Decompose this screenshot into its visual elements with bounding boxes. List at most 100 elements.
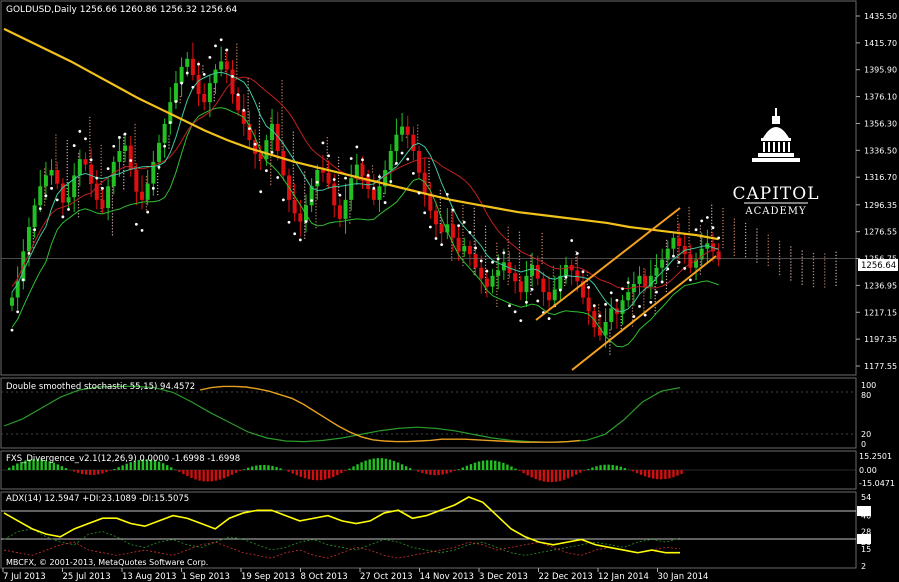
cloud-dot	[473, 228, 475, 231]
cloud-dot	[496, 299, 498, 302]
cloud-dot	[156, 181, 159, 184]
candle-body	[156, 142, 161, 162]
cloud-dot	[213, 94, 215, 96]
candle-body	[643, 275, 648, 287]
cloud-dot	[824, 256, 826, 258]
cloud-dot	[744, 228, 747, 231]
cloud-dot	[303, 225, 306, 227]
price-tick-label: 1197.35	[864, 335, 897, 344]
cloud-dot	[778, 246, 781, 249]
cloud-dot	[145, 206, 148, 208]
cloud-dot	[609, 347, 611, 349]
cloud-dot	[677, 250, 679, 253]
cloud-dot	[484, 249, 487, 252]
cloud-dot	[462, 204, 464, 207]
price-tick-label: 1217.15	[864, 308, 897, 317]
sar-dot	[666, 267, 670, 271]
cloud-dot	[270, 165, 272, 167]
cloud-dot	[123, 155, 125, 157]
fxs-bar	[433, 470, 436, 476]
cloud-dot	[292, 152, 295, 154]
cloud-dot	[756, 243, 758, 245]
cloud-dot	[123, 188, 125, 190]
candle-body	[360, 164, 365, 176]
cloud-dot	[315, 215, 317, 217]
fxs-bar	[352, 466, 355, 470]
fxs-bar	[668, 470, 671, 479]
sar-dot	[332, 178, 336, 181]
cloud-dot	[688, 225, 690, 227]
cloud-dot	[292, 131, 295, 133]
fxs-bar	[105, 470, 108, 473]
cloud-dot	[43, 186, 46, 188]
cloud-dot	[699, 237, 702, 239]
sar-dot	[321, 141, 325, 145]
cloud-dot	[156, 193, 159, 196]
cloud-dot	[790, 270, 792, 272]
cloud-dot	[631, 295, 634, 297]
cloud-dot	[767, 252, 769, 254]
cloud-dot	[111, 189, 114, 191]
cloud-dot	[677, 223, 679, 226]
cloud-dot	[292, 137, 295, 139]
candle-body	[473, 254, 478, 268]
cloud-dot	[405, 136, 408, 138]
cloud-dot	[801, 271, 803, 273]
cloud-dot	[236, 49, 238, 51]
cloud-dot	[722, 207, 724, 210]
cloud-dot	[530, 293, 532, 296]
fxs-bar	[526, 470, 529, 476]
candle-body	[586, 297, 591, 312]
cloud-dot	[507, 247, 509, 250]
fxs-bar	[344, 470, 347, 471]
cloud-dot	[507, 253, 509, 256]
cloud-dot	[89, 152, 91, 155]
cloud-dot	[270, 144, 272, 146]
cloud-dot	[609, 350, 611, 352]
cloud-dot	[281, 125, 283, 127]
sar-dot	[626, 281, 630, 285]
cloud-dot	[711, 222, 713, 225]
cloud-dot	[688, 213, 690, 215]
cloud-dot	[575, 259, 577, 262]
sar-dot	[655, 290, 658, 294]
cloud-dot	[677, 265, 679, 268]
fxs-tick-top: 15.2501	[859, 452, 892, 461]
sar-dot	[270, 150, 274, 154]
candle-body	[665, 248, 670, 260]
cloud-dot	[609, 353, 611, 355]
cloud-dot	[111, 234, 114, 236]
fxs-bar	[368, 459, 371, 470]
candle-body	[366, 175, 371, 189]
fxs-bar	[664, 470, 667, 480]
cloud-dot	[801, 283, 803, 285]
cloud-dot	[767, 243, 769, 245]
cloud-dot	[337, 156, 340, 159]
price-tick-label: 1296.35	[864, 201, 897, 210]
cloud-dot	[77, 201, 80, 203]
logo-line-2: ACADEMY	[744, 206, 806, 217]
cloud-dot	[77, 207, 80, 209]
candle-body	[162, 123, 167, 143]
cloud-dot	[281, 146, 283, 148]
cloud-dot	[247, 84, 249, 86]
cloud-dot	[439, 207, 442, 210]
candle-body	[38, 186, 43, 206]
cloud-dot	[496, 287, 498, 290]
cloud-dot	[518, 243, 521, 246]
cloud-dot	[156, 187, 159, 190]
fxs-bar	[457, 469, 460, 470]
cloud-dot	[778, 267, 781, 270]
cloud-dot	[699, 225, 702, 227]
cloud-dot	[733, 224, 736, 226]
cloud-dot	[224, 55, 227, 58]
cloud-dot	[496, 245, 498, 248]
cloud-dot	[270, 168, 272, 170]
fxs-bar	[656, 470, 659, 480]
candle-body	[32, 205, 37, 227]
cloud-dot	[100, 189, 102, 192]
cloud-dot	[654, 298, 656, 300]
cloud-dot	[145, 200, 148, 202]
cloud-dot	[665, 260, 668, 263]
cloud-dot	[292, 176, 295, 178]
